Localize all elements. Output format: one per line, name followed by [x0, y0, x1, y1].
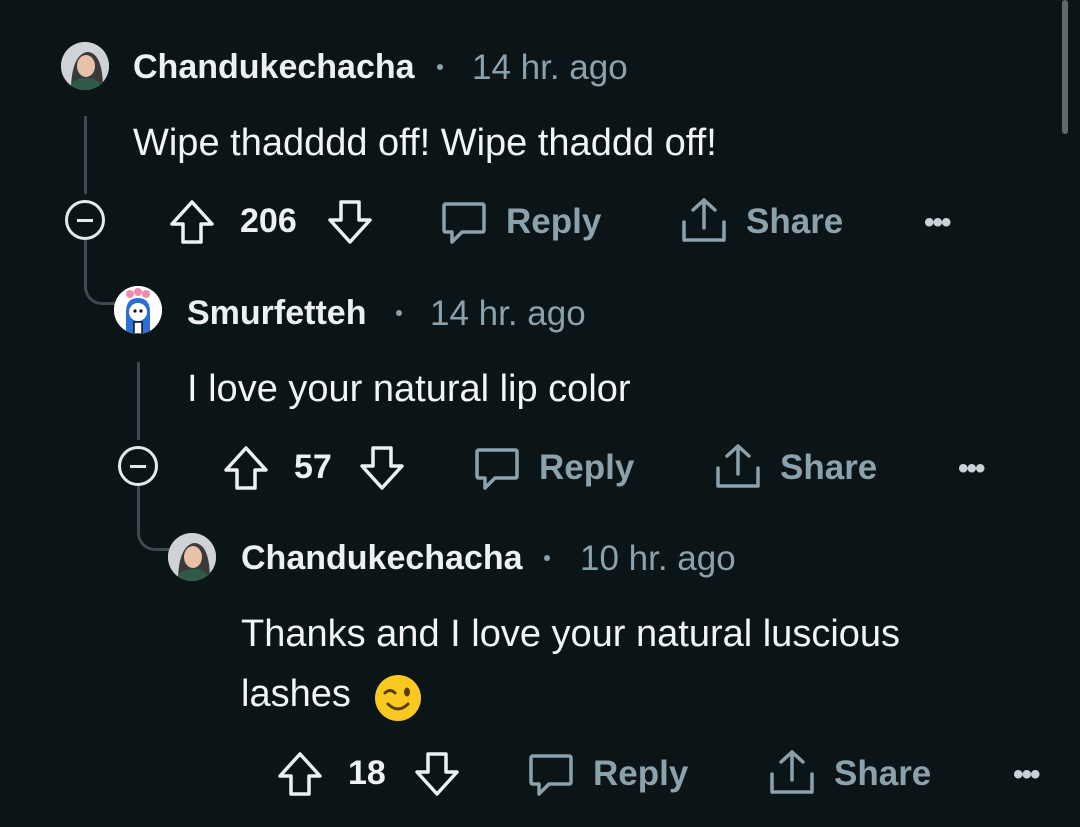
reply-label: Reply: [593, 754, 689, 793]
more-options-button[interactable]: •••: [958, 454, 985, 484]
downvote-icon[interactable]: [326, 198, 374, 246]
avatar[interactable]: [114, 286, 162, 334]
share-label: Share: [780, 448, 878, 487]
downvote-icon[interactable]: [413, 750, 461, 798]
separator-dot: [437, 64, 443, 70]
comment-body-line-1: Thanks and I love your natural luscious: [241, 613, 901, 655]
vote-score: 206: [240, 202, 297, 240]
share-icon: [770, 750, 814, 794]
downvote-icon[interactable]: [358, 444, 406, 492]
reply-label: Reply: [539, 448, 635, 487]
scrollbar[interactable]: [1062, 0, 1068, 134]
comment-body: Wipe thadddd off! Wipe thaddd off!: [133, 122, 717, 164]
comment-username[interactable]: Chandukechacha: [241, 541, 523, 575]
thread-connector: [137, 486, 174, 551]
avatar-woman-icon: [61, 42, 109, 90]
thread-connector: [84, 240, 121, 305]
separator-dot: [396, 310, 402, 316]
avatar-snoo-icon: [114, 286, 162, 334]
comment-username[interactable]: Chandukechacha: [133, 50, 415, 84]
separator-dot: [544, 555, 550, 561]
thread-line[interactable]: [137, 362, 140, 440]
comment-timestamp: 10 hr. ago: [580, 539, 736, 578]
share-icon: [682, 198, 726, 242]
comment-timestamp: 14 hr. ago: [430, 294, 586, 333]
comment-body-line-2: lashes: [241, 673, 351, 715]
avatar[interactable]: [168, 533, 216, 581]
comment-bubble-icon: [442, 202, 486, 244]
comment-username[interactable]: Smurfetteh: [187, 296, 366, 330]
more-options-button[interactable]: •••: [1013, 760, 1040, 790]
comment-timestamp: 14 hr. ago: [472, 48, 628, 87]
vote-score: 57: [294, 448, 332, 486]
reply-label: Reply: [506, 202, 602, 241]
collapse-thread-button[interactable]: [118, 446, 158, 486]
share-label: Share: [746, 202, 844, 241]
upvote-icon[interactable]: [276, 750, 324, 798]
avatar-woman-icon: [168, 533, 216, 581]
vote-score: 18: [348, 754, 386, 792]
comment-body: I love your natural lip color: [187, 368, 631, 410]
comment-bubble-icon: [475, 448, 519, 490]
winking-face-emoji-icon: [375, 675, 421, 721]
avatar[interactable]: [61, 42, 109, 90]
thread-line[interactable]: [84, 116, 87, 194]
share-label: Share: [834, 754, 932, 793]
share-icon: [716, 444, 760, 488]
upvote-icon[interactable]: [168, 198, 216, 246]
comment-bubble-icon: [529, 754, 573, 796]
collapse-thread-button[interactable]: [65, 200, 105, 240]
upvote-icon[interactable]: [222, 444, 270, 492]
more-options-button[interactable]: •••: [924, 208, 951, 238]
